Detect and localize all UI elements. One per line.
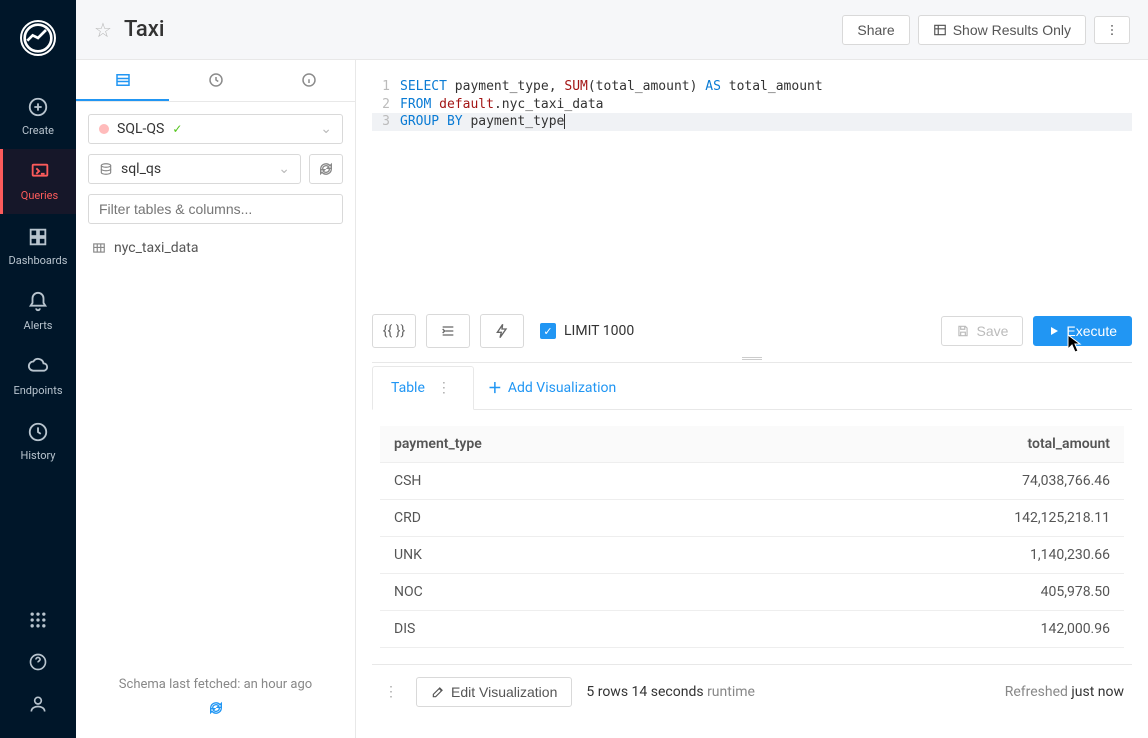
nav-alerts-label: Alerts xyxy=(24,319,53,332)
execute-button[interactable]: Execute xyxy=(1033,316,1132,346)
lightning-icon xyxy=(494,323,510,339)
table-name: nyc_taxi_data xyxy=(114,240,198,256)
info-icon xyxy=(300,71,318,89)
cell-total-amount: 74,038,766.46 xyxy=(740,463,1124,500)
nav-history[interactable]: History xyxy=(0,409,76,474)
table-icon xyxy=(933,23,947,37)
limit-checkbox[interactable]: ✓ LIMIT 1000 xyxy=(540,323,634,339)
schema-tab[interactable] xyxy=(76,60,169,101)
table-row[interactable]: CSH74,038,766.46 xyxy=(380,463,1124,500)
checkbox-checked-icon: ✓ xyxy=(540,323,556,339)
results-tabs: Table ⋮ ＋ Add Visualization xyxy=(372,366,1132,410)
nav-queries[interactable]: Queries xyxy=(0,149,76,214)
nav-queries-label: Queries xyxy=(21,189,58,202)
cell-payment-type: UNK xyxy=(380,537,740,574)
refreshed-when: just now xyxy=(1071,684,1124,700)
results-footer: ⋮ Edit Visualization 5 rows 14 seconds r… xyxy=(372,664,1132,719)
vertical-dots-icon xyxy=(1105,23,1119,37)
table-item[interactable]: nyc_taxi_data xyxy=(88,234,343,262)
cell-payment-type: CSH xyxy=(380,463,740,500)
datasource-name: SQL-QS xyxy=(117,121,164,137)
help-icon[interactable] xyxy=(28,652,48,676)
column-header[interactable]: total_amount xyxy=(740,426,1124,463)
runtime: 14 seconds xyxy=(632,684,704,700)
nav-dashboards-label: Dashboards xyxy=(9,254,68,267)
cell-total-amount: 142,125,218.11 xyxy=(740,500,1124,537)
table-row[interactable]: NOC405,978.50 xyxy=(380,574,1124,611)
datasource-select[interactable]: SQL-QS ✓ ⌄ xyxy=(88,114,343,144)
results-table: payment_type total_amount CSH74,038,766.… xyxy=(380,426,1124,648)
nav-dashboards[interactable]: Dashboards xyxy=(0,214,76,279)
nav-rail: Create Queries Dashboards Alerts Endpoin… xyxy=(0,0,76,738)
table-row[interactable]: CRD142,125,218.11 xyxy=(380,500,1124,537)
page-title: Taxi xyxy=(124,17,165,42)
tab-menu-button[interactable]: ⋮ xyxy=(433,380,455,396)
nav-endpoints-label: Endpoints xyxy=(13,384,62,397)
refresh-schema-link[interactable] xyxy=(76,700,355,720)
table-row[interactable]: UNK1,140,230.66 xyxy=(380,537,1124,574)
refreshed-label: Refreshed xyxy=(1005,684,1068,700)
clock-icon xyxy=(207,71,225,89)
row-count: 5 rows xyxy=(586,684,628,700)
limit-label: LIMIT 1000 xyxy=(564,323,634,339)
page-header: ☆ Taxi Share Show Results Only xyxy=(76,0,1148,60)
save-icon xyxy=(956,324,970,338)
resize-handle[interactable] xyxy=(372,357,1132,360)
play-icon xyxy=(1048,325,1060,337)
more-menu-button[interactable] xyxy=(1094,16,1130,44)
database-name: sql_qs xyxy=(121,161,161,177)
refresh-icon xyxy=(318,161,334,177)
apps-icon[interactable] xyxy=(28,610,48,634)
app-logo-icon[interactable] xyxy=(20,20,56,56)
sql-editor[interactable]: 1SELECT payment_type, SUM(total_amount) … xyxy=(372,78,1132,304)
runtime-suffix: runtime xyxy=(707,684,755,700)
format-button[interactable] xyxy=(426,314,470,348)
check-icon: ✓ xyxy=(172,122,182,136)
cell-total-amount: 405,978.50 xyxy=(740,574,1124,611)
filter-tables-input[interactable] xyxy=(88,194,343,224)
favorite-star-icon[interactable]: ☆ xyxy=(94,18,112,42)
cell-total-amount: 1,140,230.66 xyxy=(740,537,1124,574)
history-tab[interactable] xyxy=(169,60,262,101)
share-button[interactable]: Share xyxy=(842,15,909,45)
cell-total-amount: 142,000.96 xyxy=(740,611,1124,648)
main-area: 1SELECT payment_type, SUM(total_amount) … xyxy=(356,60,1148,738)
nav-create-label: Create xyxy=(22,124,54,137)
nav-endpoints[interactable]: Endpoints xyxy=(0,344,76,409)
editor-toolbar: {{ }} ✓ LIMIT 1000 Save Execute xyxy=(372,304,1132,363)
edit-icon xyxy=(431,685,445,699)
footer-menu-button[interactable]: ⋮ xyxy=(380,684,402,700)
nav-alerts[interactable]: Alerts xyxy=(0,279,76,344)
params-button[interactable]: {{ }} xyxy=(372,314,416,348)
schema-panel: SQL-QS ✓ ⌄ sql_qs ⌄ nyc_taxi_data Schema… xyxy=(76,60,356,738)
cell-payment-type: NOC xyxy=(380,574,740,611)
user-icon[interactable] xyxy=(28,694,48,718)
refresh-icon xyxy=(208,700,224,716)
table-row[interactable]: DIS142,000.96 xyxy=(380,611,1124,648)
chevron-down-icon: ⌄ xyxy=(278,161,290,177)
save-button[interactable]: Save xyxy=(941,316,1023,346)
cell-payment-type: DIS xyxy=(380,611,740,648)
list-icon xyxy=(114,71,132,89)
indent-icon xyxy=(440,323,456,339)
cell-payment-type: CRD xyxy=(380,500,740,537)
database-icon xyxy=(99,162,113,176)
results-table-wrap: payment_type total_amount CSH74,038,766.… xyxy=(372,410,1132,664)
edit-visualization-button[interactable]: Edit Visualization xyxy=(416,677,572,707)
table-icon xyxy=(92,241,106,255)
tab-table[interactable]: Table ⋮ xyxy=(372,366,474,410)
table-header-row: payment_type total_amount xyxy=(380,426,1124,463)
nav-create[interactable]: Create xyxy=(0,84,76,149)
autocomplete-button[interactable] xyxy=(480,314,524,348)
status-dot-icon xyxy=(99,124,109,134)
chevron-down-icon: ⌄ xyxy=(320,121,332,137)
add-visualization-button[interactable]: ＋ Add Visualization xyxy=(474,378,630,398)
show-results-only-button[interactable]: Show Results Only xyxy=(918,15,1086,45)
column-header[interactable]: payment_type xyxy=(380,426,740,463)
database-select[interactable]: sql_qs ⌄ xyxy=(88,154,301,184)
nav-history-label: History xyxy=(21,449,56,462)
info-tab[interactable] xyxy=(262,60,355,101)
refresh-schema-button[interactable] xyxy=(309,154,343,184)
schema-status: Schema last fetched: an hour ago xyxy=(76,677,355,692)
